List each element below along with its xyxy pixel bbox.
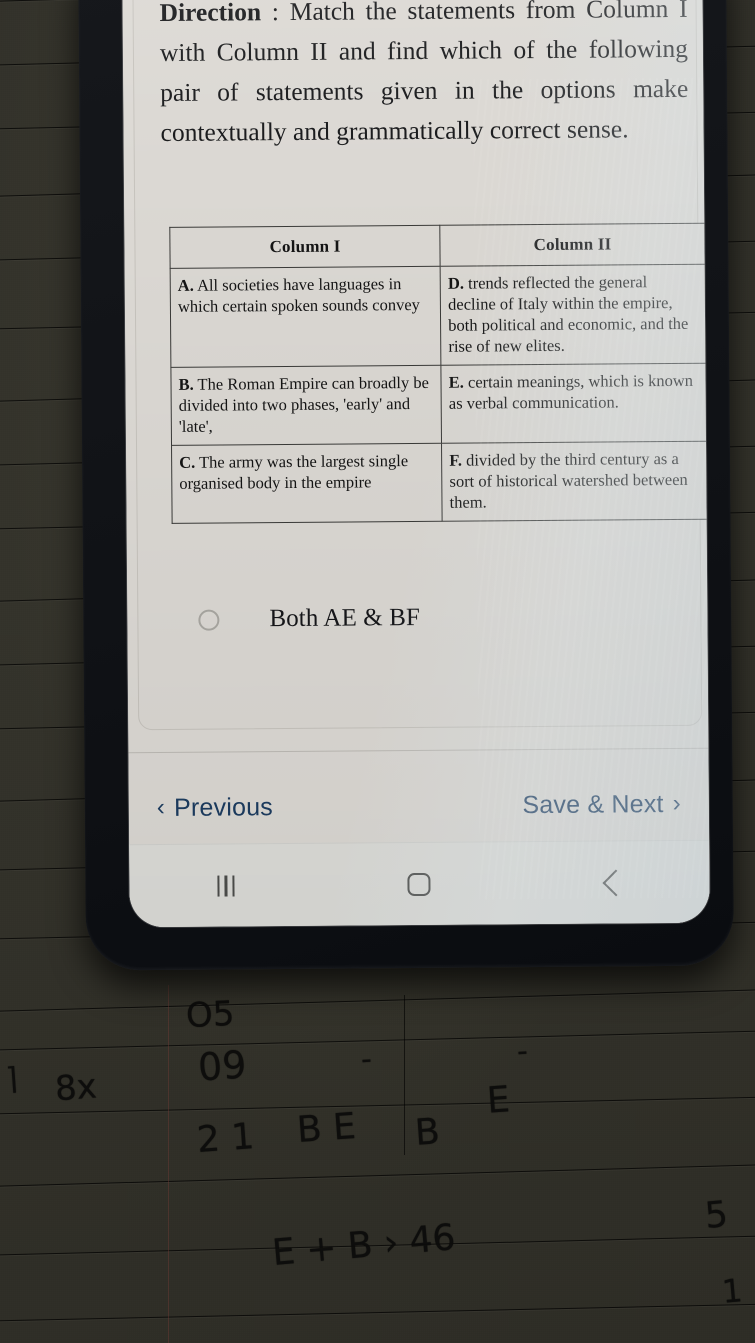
chevron-left-icon: ‹ xyxy=(156,793,166,822)
screenshot-root: O5 09 8x ⌉ 2 1B EBE--E + B › 46 5 1 Direction … xyxy=(0,0,755,1343)
column-ii-cell: E. certain meanings, which is known as v… xyxy=(441,363,707,444)
previous-button[interactable]: ‹ Previous xyxy=(157,793,273,823)
radio-button-icon[interactable] xyxy=(198,609,220,631)
android-system-navigation-bar xyxy=(129,839,710,928)
cell-label: A. xyxy=(177,275,194,295)
handwritten-note: 09 xyxy=(196,1042,248,1090)
cell-text: The army was the largest single organise… xyxy=(179,451,409,493)
handwritten-note: B E xyxy=(295,1105,358,1152)
cell-text: divided by the third century as a sort o… xyxy=(449,448,688,512)
cell-text: certain meanings, which is known as verb… xyxy=(448,370,694,413)
table-header-row: Column I Column II xyxy=(169,223,706,269)
column-header-2: Column II xyxy=(439,223,706,267)
home-button[interactable] xyxy=(375,856,463,913)
handwritten-note: 2 1 xyxy=(195,1116,256,1161)
paper-margin-line-left xyxy=(168,985,169,1343)
back-icon xyxy=(602,869,630,896)
phone-screen: Direction : Match the statements from Co… xyxy=(122,0,710,928)
column-i-cell: C. The army was the largest single organ… xyxy=(171,443,443,524)
table-row: C. The army was the largest single organ… xyxy=(171,441,708,524)
match-columns-table: Column I Column II A. All societies have… xyxy=(169,222,708,524)
table-row: B. The Roman Empire can broadly be divid… xyxy=(170,363,707,446)
direction-label: Direction xyxy=(159,0,262,27)
home-icon xyxy=(407,872,432,896)
handwritten-note: 1 xyxy=(720,1271,744,1311)
handwritten-note: - xyxy=(359,1041,374,1078)
save-and-next-button[interactable]: Save & Next › xyxy=(522,789,681,819)
column-ii-cell: F. divided by the third century as a sor… xyxy=(441,441,708,522)
cell-label: D. xyxy=(447,273,465,293)
exam-app: Direction : Match the statements from Co… xyxy=(122,0,710,928)
cell-text: All societies have languages in which ce… xyxy=(177,274,420,316)
handwritten-note: B xyxy=(413,1111,442,1154)
save-and-next-button-label: Save & Next xyxy=(522,789,664,819)
handwritten-note: O5 xyxy=(184,993,236,1037)
cell-label: C. xyxy=(179,452,196,472)
paper-margin-line-center xyxy=(404,995,405,1155)
handwritten-note: E xyxy=(485,1079,512,1122)
answer-option-1[interactable]: Both AE & BF xyxy=(172,592,680,644)
handwritten-note: 5 xyxy=(703,1194,730,1237)
handwritten-note: - xyxy=(515,1033,530,1070)
answer-option-label: Both AE & BF xyxy=(269,603,421,633)
column-ii-cell: D. trends reflected the general decline … xyxy=(440,264,706,366)
nav-divider xyxy=(128,747,709,754)
cell-label: F. xyxy=(449,450,463,470)
recents-icon xyxy=(217,874,235,897)
question-card: Direction : Match the statements from Co… xyxy=(132,0,708,731)
direction-text: Direction : Match the statements from Co… xyxy=(159,0,689,153)
back-button[interactable] xyxy=(569,854,657,911)
column-header-1: Column I xyxy=(169,225,441,269)
direction-separator: : xyxy=(261,0,290,27)
cell-text: The Roman Empire can broadly be divided … xyxy=(178,372,429,436)
previous-button-label: Previous xyxy=(173,792,274,822)
chevron-right-icon: › xyxy=(672,789,681,817)
recents-button[interactable] xyxy=(182,857,270,914)
column-i-cell: B. The Roman Empire can broadly be divid… xyxy=(170,365,442,446)
handwritten-note: 8x xyxy=(53,1066,99,1110)
table-row: A. All societies have languages in which… xyxy=(170,264,706,368)
cell-text: trends reflected the general decline of … xyxy=(448,272,689,356)
column-i-cell: A. All societies have languages in which… xyxy=(170,266,442,368)
cell-label: E. xyxy=(448,372,464,392)
handwritten-note: ⌉ xyxy=(4,1061,19,1098)
cell-label: B. xyxy=(178,374,194,394)
